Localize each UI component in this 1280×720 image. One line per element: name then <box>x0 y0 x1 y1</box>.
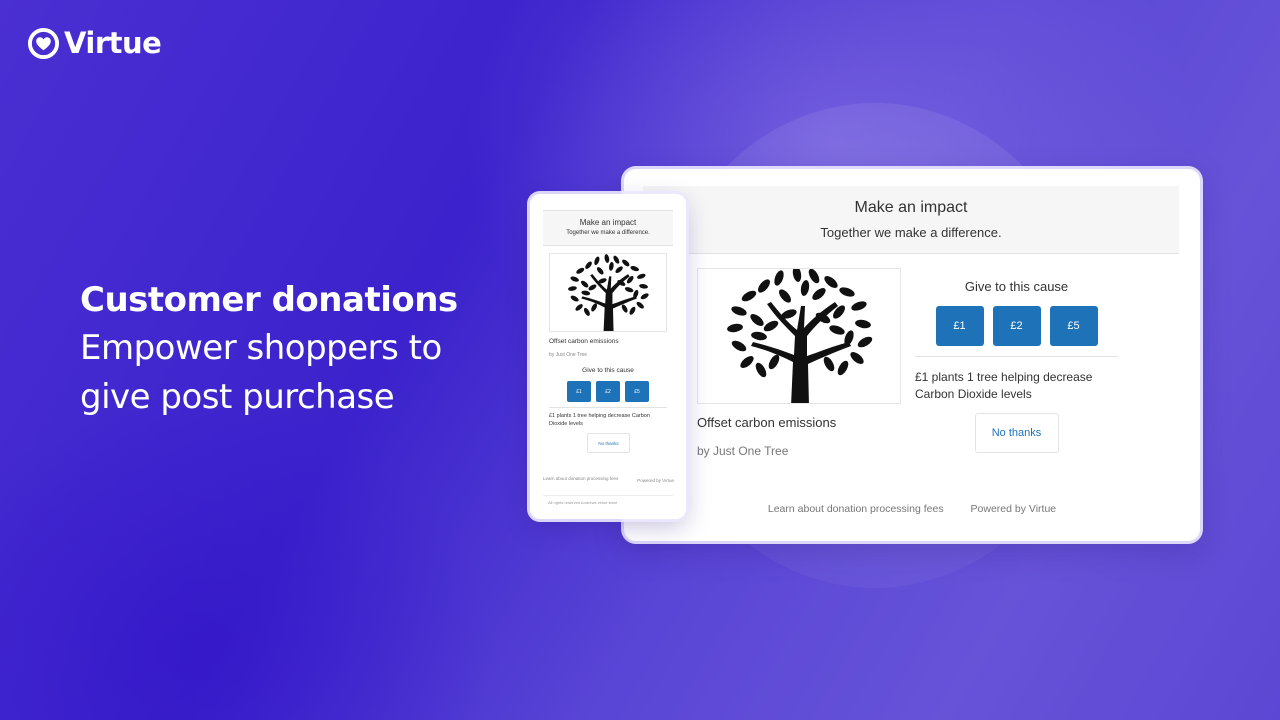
mobile-rights-text: All rights reserved Andrews virtue store <box>548 500 618 505</box>
cause-name: Offset carbon emissions <box>697 415 837 430</box>
mobile-impact-description: £1 plants 1 tree helping decrease Carbon… <box>549 413 650 427</box>
mobile-no-thanks-button[interactable]: No thanks <box>587 433 630 453</box>
brand-name: Virtue <box>64 26 162 60</box>
mobile-donate-2-button[interactable]: £2 <box>596 381 620 402</box>
mobile-widget-subtitle: Together we make a difference. <box>566 230 650 236</box>
desktop-widget-preview: Make an impact Together we make a differ… <box>624 169 1200 541</box>
tree-icon <box>727 269 873 403</box>
mobile-widget-preview: Make an impact Together we make a differ… <box>530 194 686 519</box>
mobile-footer-divider <box>543 495 673 496</box>
widget-footer: Learn about donation processing fees Pow… <box>624 503 1200 515</box>
mobile-cause-organization: by Just One Tree <box>549 352 588 358</box>
mobile-donate-1-button[interactable]: £1 <box>567 381 591 402</box>
cause-image <box>697 268 901 404</box>
powered-by: Powered by Virtue <box>970 503 1057 515</box>
mobile-amount-options: £1 £2 £5 <box>530 381 686 402</box>
tree-icon <box>567 254 650 331</box>
brand-logo: Virtue <box>27 26 162 60</box>
hero-section: Customer donations Empower shoppers to g… <box>80 276 458 422</box>
donate-1-button[interactable]: £1 <box>935 306 984 346</box>
widget-title: Make an impact <box>854 199 968 216</box>
mobile-cause-name: Offset carbon emissions <box>549 338 619 345</box>
heart-in-circle-icon <box>27 27 60 59</box>
impact-description: £1 plants 1 tree helping decrease Carbon… <box>915 370 1093 401</box>
mobile-widget-title: Make an impact <box>579 218 637 227</box>
widget-subtitle: Together we make a difference. <box>820 225 1002 240</box>
divider <box>915 356 1118 357</box>
mobile-donate-5-button[interactable]: £5 <box>625 381 649 402</box>
donate-5-button[interactable]: £5 <box>1049 306 1098 346</box>
give-panel: Give to this cause £1 £2 £5 £1 plants 1 … <box>915 279 1118 453</box>
hero-title: Customer donations <box>80 280 458 320</box>
widget-header: Make an impact Together we make a differ… <box>643 186 1179 254</box>
mobile-cause-image <box>549 253 667 332</box>
donate-2-button[interactable]: £2 <box>992 306 1041 346</box>
amount-options: £1 £2 £5 <box>915 306 1118 346</box>
hero-subtitle-line-2: give post purchase <box>80 377 395 417</box>
give-label: Give to this cause <box>964 279 1069 294</box>
hero-subtitle-line-1: Empower shoppers to <box>80 328 442 368</box>
mobile-widget-header: Make an impact Together we make a differ… <box>543 210 673 246</box>
mobile-divider <box>549 407 667 408</box>
mobile-give-label: Give to this cause <box>582 367 634 374</box>
mobile-powered-by: Powered by Virtue <box>637 478 674 483</box>
no-thanks-button[interactable]: No thanks <box>974 413 1059 453</box>
fees-link[interactable]: Learn about donation processing fees <box>768 503 944 515</box>
mobile-fees-link[interactable]: Learn about donation processing fees <box>543 476 619 482</box>
cause-organization: by Just One Tree <box>697 444 789 458</box>
